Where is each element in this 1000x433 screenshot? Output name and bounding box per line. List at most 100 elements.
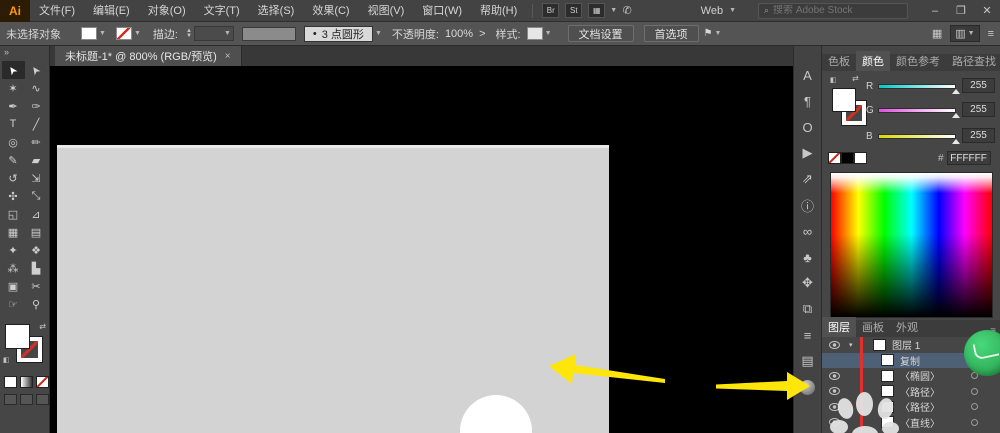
bridge-icon[interactable]: Br — [542, 3, 560, 18]
character-panel-icon[interactable]: A — [795, 62, 821, 88]
slice-tool[interactable]: ✂ — [25, 277, 48, 295]
layer-name[interactable]: 〈椭圆〉 — [900, 368, 940, 383]
paragraph-panel-icon[interactable]: ¶ — [795, 88, 821, 114]
layer-row[interactable]: 〈路径〉 — [822, 384, 1000, 400]
stroke-weight-dropdown[interactable]: ▼ — [193, 26, 234, 41]
symbol-sprayer-tool[interactable]: ⁂ — [2, 259, 25, 277]
layer-name[interactable]: 〈直线〉 — [900, 415, 940, 430]
links-panel-icon[interactable]: ∞ — [795, 218, 821, 244]
export-panel-icon[interactable]: ⇗ — [795, 166, 821, 192]
layer-name[interactable]: 复制 — [900, 353, 920, 368]
pencil-tool[interactable]: ✎ — [2, 151, 25, 169]
layer-name[interactable]: 〈路径〉 — [900, 384, 940, 399]
blue-slider-handle[interactable] — [952, 139, 960, 144]
transparency-panel-icon[interactable] — [795, 374, 821, 400]
blue-slider[interactable] — [878, 134, 956, 139]
layer-name[interactable]: 〈路径〉 — [900, 399, 940, 414]
fill-box[interactable] — [832, 88, 856, 112]
menu-item-type[interactable]: 文字(T) — [195, 0, 249, 22]
layer-thumbnail[interactable] — [881, 354, 894, 367]
chevron-down-icon[interactable]: ▼ — [545, 30, 552, 37]
options-icon[interactable]: ⚑ — [704, 28, 713, 39]
stroke-swatch[interactable] — [115, 27, 132, 40]
symbols-panel-icon[interactable]: ✥ — [795, 270, 821, 296]
tab-appearance[interactable]: 外观 — [890, 317, 924, 337]
perspective-grid-tool[interactable]: ⊿ — [25, 205, 48, 223]
zoom-tool[interactable]: ⚲ — [25, 295, 48, 313]
stroke-stepper[interactable]: ▲ ▼ — [186, 28, 192, 39]
target-circle-icon[interactable] — [971, 387, 978, 395]
close-button[interactable]: ✕ — [974, 0, 1000, 22]
workspace-switcher[interactable]: Web ▼ — [693, 5, 744, 17]
rotate-tool[interactable]: ↺ — [2, 169, 25, 187]
menu-item-edit[interactable]: 编辑(E) — [84, 0, 139, 22]
preferences-button[interactable]: 首选项 — [643, 25, 699, 42]
canvas[interactable] — [50, 66, 793, 433]
lasso-tool[interactable]: ∿ — [25, 79, 48, 97]
red-slider-handle[interactable] — [952, 89, 960, 94]
free-transform-tool[interactable]: ⤡ — [25, 187, 48, 205]
color-button[interactable] — [4, 376, 17, 388]
layer-name[interactable]: 图层 1 — [892, 337, 920, 352]
fill-swatch[interactable] — [81, 27, 97, 40]
green-value-field[interactable]: 255 — [962, 102, 995, 117]
brush-definition[interactable]: • 3 点圆形 — [303, 25, 373, 42]
chevron-down-icon[interactable]: ▼ — [99, 30, 106, 37]
black-swatch[interactable] — [841, 152, 854, 164]
artboard-tool[interactable]: ▣ — [2, 277, 25, 295]
chevron-down-icon[interactable]: ▼ — [714, 30, 721, 37]
list-icon[interactable]: ≡ — [988, 28, 994, 40]
actions-panel-icon[interactable]: ▶ — [795, 140, 821, 166]
menu-item-effect[interactable]: 效果(C) — [303, 0, 358, 22]
red-value-field[interactable]: 255 — [962, 78, 995, 93]
tab-color-guide[interactable]: 颜色参考 — [890, 51, 946, 71]
green-slider[interactable] — [878, 108, 956, 113]
menu-item-help[interactable]: 帮助(H) — [471, 0, 526, 22]
default-fill-stroke-icon[interactable]: ◧ — [3, 356, 10, 364]
width-profile-preview[interactable] — [241, 26, 296, 41]
target-circle-icon[interactable] — [971, 418, 978, 426]
tab-artboards[interactable]: 画板 — [856, 317, 890, 337]
draw-normal-button[interactable] — [4, 394, 17, 405]
menu-item-object[interactable]: 对象(O) — [139, 0, 195, 22]
fill-stroke-indicator[interactable]: ⇄ ◧ — [3, 322, 46, 370]
document-tab[interactable]: 未标题-1* @ 800% (RGB/预览) × — [55, 46, 242, 66]
hand-tool[interactable]: ☞ — [2, 295, 25, 313]
visibility-eye-icon[interactable] — [828, 340, 840, 349]
chevron-down-icon[interactable]: ▼ — [134, 30, 141, 37]
eraser-tool[interactable]: ▰ — [25, 151, 48, 169]
ellipse-tool[interactable]: ◎ — [2, 133, 25, 151]
stroke-panel-icon[interactable]: ≡ — [795, 322, 821, 348]
swap-fill-stroke-icon[interactable]: ⇄ — [39, 322, 46, 331]
grid-icon[interactable]: ▦ — [932, 27, 942, 40]
draw-behind-button[interactable] — [20, 394, 33, 405]
minimize-button[interactable]: – — [922, 0, 948, 22]
fill-box[interactable] — [5, 324, 30, 349]
tab-pathfinder[interactable]: 路径查找 — [946, 51, 1000, 71]
opacity-more-button[interactable]: > — [479, 28, 485, 40]
expand-arrow-icon[interactable]: ▾ — [849, 341, 859, 349]
swap-fill-stroke-icon[interactable]: ⇄ — [852, 74, 859, 83]
default-fill-stroke-icon[interactable]: ◧ — [830, 76, 837, 84]
shape-builder-tool[interactable]: ◱ — [2, 205, 25, 223]
visibility-eye-icon[interactable] — [828, 387, 840, 396]
curvature-tool[interactable]: ✑ — [25, 97, 48, 115]
blue-value-field[interactable]: 255 — [962, 128, 995, 143]
mesh-tool[interactable]: ▦ — [2, 223, 25, 241]
color-spectrum[interactable] — [830, 172, 993, 318]
hex-value-field[interactable]: FFFFFF — [946, 151, 991, 165]
none-button[interactable] — [36, 376, 49, 388]
column-graph-tool[interactable]: ▙ — [25, 259, 48, 277]
brushes-panel-icon[interactable]: ♣ — [795, 244, 821, 270]
close-tab-icon[interactable]: × — [225, 51, 231, 62]
stock-icon[interactable]: St — [565, 3, 583, 18]
line-segment-tool[interactable]: ╱ — [25, 115, 48, 133]
panel-toggle-icon[interactable]: ▥ ▼ — [950, 25, 980, 42]
red-slider[interactable] — [878, 84, 956, 89]
menu-item-view[interactable]: 视图(V) — [359, 0, 414, 22]
menu-item-select[interactable]: 选择(S) — [249, 0, 304, 22]
white-swatch[interactable] — [854, 152, 867, 164]
gradient-tool[interactable]: ▤ — [25, 223, 48, 241]
none-swatch[interactable] — [828, 152, 841, 164]
gradient-button[interactable] — [20, 376, 33, 388]
